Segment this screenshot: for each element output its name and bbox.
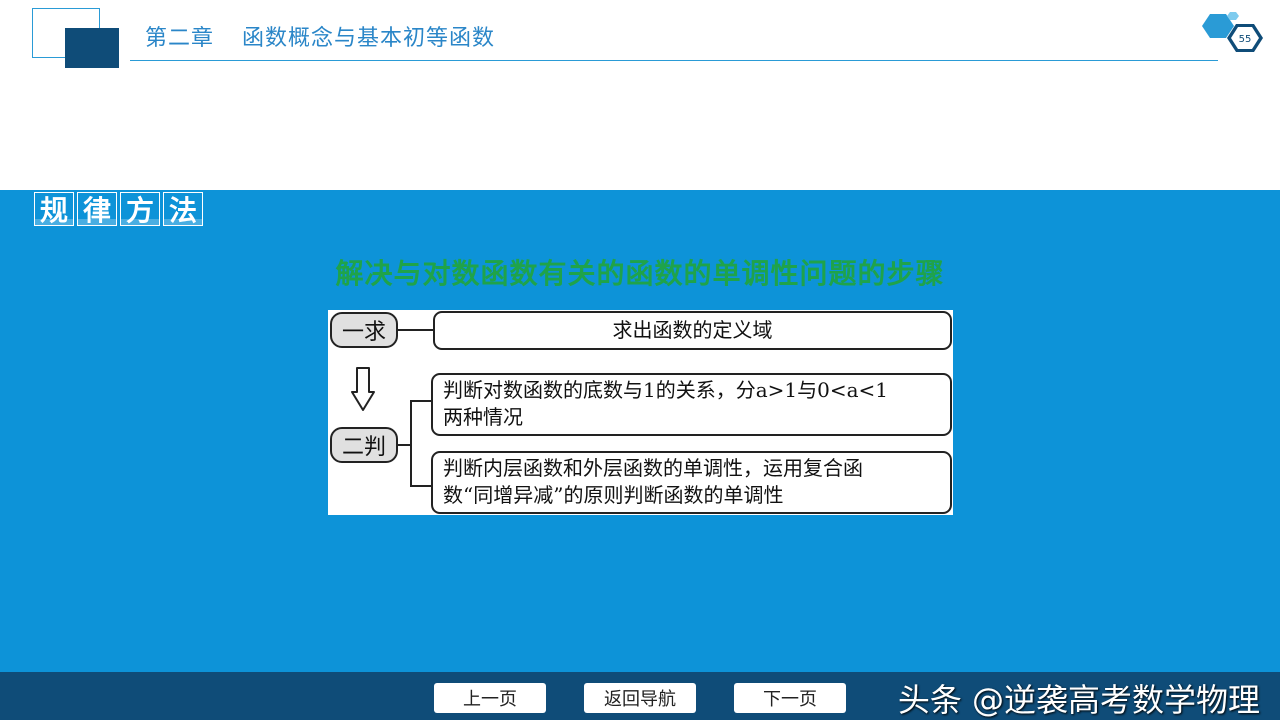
section-tag-char: 法 <box>163 192 203 227</box>
connector-line <box>410 400 432 402</box>
steps-diagram: 一求 求出函数的定义域 二判 判断对数函数的底数与1的关系，分a>1与0<a<1… <box>328 310 953 515</box>
chapter-label: 第二章 <box>145 26 215 51</box>
slide-footer: 上一页 返回导航 下一页 头条 @逆袭高考数学物理 <box>0 672 1280 720</box>
step1-pill: 一求 <box>330 312 398 348</box>
chapter-title: 函数概念与基本初等函数 <box>242 26 496 51</box>
step2-pill: 二判 <box>330 427 398 463</box>
prev-page-button[interactable]: 上一页 <box>434 683 546 713</box>
step2-box: 判断对数函数的底数与1的关系，分a>1与0<a<1 两种情况 <box>431 373 952 436</box>
next-page-button[interactable]: 下一页 <box>734 683 846 713</box>
section-tag-char: 方 <box>120 192 160 227</box>
step3-line1: 判断内层函数和外层函数的单调性，运用复合函 <box>443 456 863 480</box>
step3-box: 判断内层函数和外层函数的单调性，运用复合函 数“同增异减”的原则判断函数的单调性 <box>431 451 952 514</box>
watermark-text: 头条 @逆袭高考数学物理 <box>897 681 1260 719</box>
connector-line <box>410 485 432 487</box>
step2-line1: 判断对数函数的底数与1的关系，分a>1与0<a<1 <box>443 378 889 402</box>
connector-line <box>398 329 434 331</box>
step1-box: 求出函数的定义域 <box>433 311 952 350</box>
step2-line2: 两种情况 <box>443 405 523 429</box>
slide-body: 规 律 方 法 解决与对数函数有关的函数的单调性问题的步骤 一求 求出函数的定义… <box>0 190 1280 672</box>
section-tag-char: 律 <box>77 192 117 227</box>
section-tag: 规 律 方 法 <box>34 192 206 227</box>
step3-line2: 数“同增异减”的原则判断函数的单调性 <box>443 483 784 507</box>
hexagon-icon: 55 <box>1202 12 1263 52</box>
header-divider <box>130 60 1218 61</box>
slide-subtitle: 解决与对数函数有关的函数的单调性问题的步骤 <box>335 257 945 290</box>
slide-header: 第二章 函数概念与基本初等函数 55 <box>0 0 1280 190</box>
back-to-nav-button[interactable]: 返回导航 <box>584 683 696 713</box>
down-arrow-icon <box>351 367 375 411</box>
header-navy-block <box>65 28 119 68</box>
connector-line <box>410 400 412 486</box>
section-tag-char: 规 <box>34 192 74 227</box>
svg-text:55: 55 <box>1239 34 1252 45</box>
